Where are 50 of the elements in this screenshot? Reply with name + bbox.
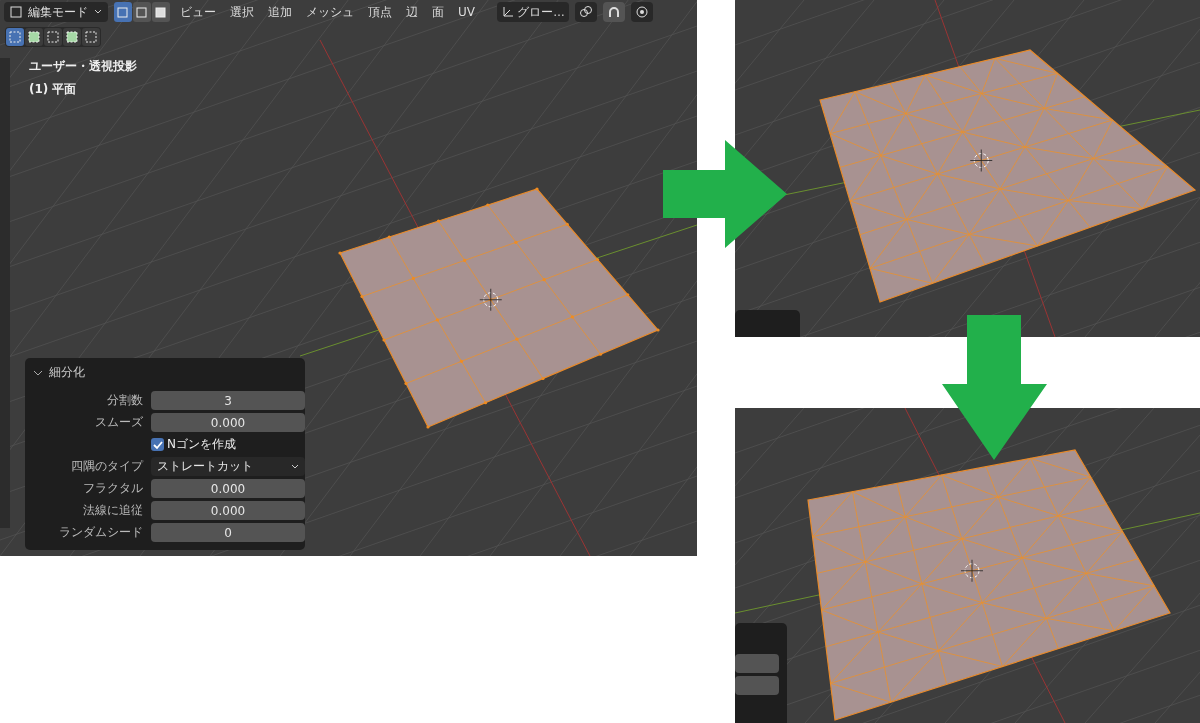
- select-mode-icon: [47, 31, 59, 43]
- corner-type-dropdown[interactable]: ストレートカット: [151, 457, 305, 476]
- number-field[interactable]: 3: [151, 391, 305, 410]
- select-tool-button[interactable]: [82, 28, 100, 46]
- select-mode-button[interactable]: [133, 2, 151, 22]
- field-stub: [735, 676, 779, 695]
- menu-item[interactable]: ビュー: [176, 3, 220, 21]
- select-mode-icon: [66, 31, 78, 43]
- menu-item[interactable]: 頂点: [364, 3, 396, 21]
- magnet-icon: [607, 5, 621, 19]
- select-mode-icon: [85, 31, 97, 43]
- field-label: フラクタル: [82, 480, 143, 497]
- viewport-info-text: (1) 平面: [29, 81, 78, 98]
- menu-item[interactable]: UV: [454, 5, 479, 19]
- viewport-info-text: ユーザー・透視投影: [29, 58, 137, 75]
- field-label: 法線に追従: [82, 502, 143, 519]
- select-mode-button[interactable]: [152, 2, 170, 22]
- field-label: 分割数: [106, 392, 143, 409]
- ngon-checkbox[interactable]: Nゴンを作成: [151, 436, 305, 453]
- panel-header[interactable]: 細分化: [33, 362, 85, 383]
- link-icon: [579, 5, 593, 19]
- chevron-icon: [291, 463, 299, 470]
- menu-item[interactable]: 辺: [402, 3, 422, 21]
- select-tool-button[interactable]: [25, 28, 43, 46]
- menu-item[interactable]: 面: [428, 3, 448, 21]
- check-icon: [152, 439, 163, 450]
- number-field[interactable]: 0.000: [151, 413, 305, 432]
- select-tool-button[interactable]: [63, 28, 81, 46]
- select-mode-icon: [9, 31, 21, 43]
- number-field[interactable]: 0.000: [151, 501, 305, 520]
- field-label: 四隅のタイプ: [70, 458, 143, 475]
- menu-item[interactable]: 追加: [264, 3, 296, 21]
- number-field[interactable]: 0: [151, 523, 305, 542]
- snap-toggle[interactable]: [603, 2, 625, 22]
- field-stub: [735, 654, 779, 673]
- select-tool-button[interactable]: [44, 28, 62, 46]
- pivot-dropdown[interactable]: [575, 2, 597, 22]
- field-label: ランダムシード: [58, 524, 143, 541]
- axes-icon: [501, 5, 515, 19]
- select-mode-button[interactable]: [114, 2, 132, 22]
- select-mode-icon: [28, 31, 40, 43]
- circle-icon: [635, 5, 649, 19]
- chevron-icon: [94, 9, 102, 15]
- mode-dropdown[interactable]: 編集モード: [4, 2, 108, 22]
- menu-item[interactable]: 選択: [226, 3, 258, 21]
- proportional-edit-button[interactable]: [631, 2, 653, 22]
- transform-dropdown[interactable]: グロー…: [497, 2, 569, 22]
- menu-item[interactable]: メッシュ: [302, 3, 358, 21]
- number-field[interactable]: 0.000: [151, 479, 305, 498]
- field-label: スムーズ: [94, 414, 143, 431]
